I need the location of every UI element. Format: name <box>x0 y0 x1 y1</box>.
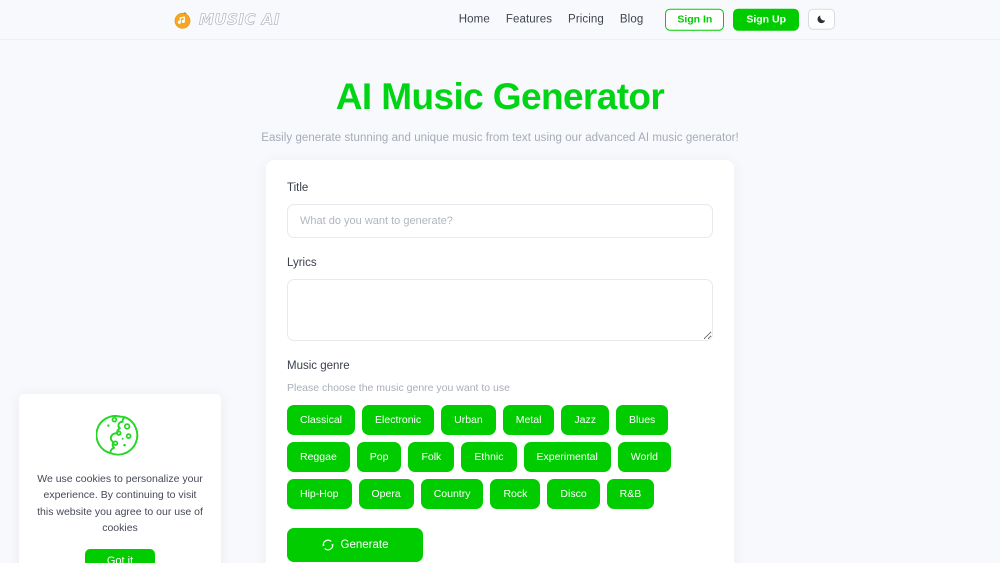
genre-chip[interactable]: Blues <box>616 405 669 436</box>
generator-card: Title Lyrics Music genre Please choose t… <box>266 160 734 563</box>
site-header: MUSIC AI Home Features Pricing Blog Sign… <box>0 0 1000 40</box>
moon-icon <box>817 15 826 24</box>
nav-link-blog[interactable]: Blog <box>620 14 643 26</box>
genre-chip[interactable]: Pop <box>356 442 402 473</box>
genre-chip-group: Classical Electronic Urban Metal Jazz Blues Re… <box>287 405 701 510</box>
genre-chip[interactable]: Urban <box>441 405 496 436</box>
genre-chip[interactable]: Reggae <box>287 442 350 473</box>
music-genre-hint: Please choose the music genre you want t… <box>287 382 510 394</box>
music-genre-label: Music genre <box>287 360 350 372</box>
lyrics-textarea[interactable] <box>287 279 713 341</box>
nav-link-pricing[interactable]: Pricing <box>568 14 604 26</box>
lyrics-field-label: Lyrics <box>287 257 317 269</box>
music-note-circle-icon <box>174 11 191 29</box>
sign-in-button[interactable]: Sign In <box>665 8 725 31</box>
page-subtitle: Easily generate stunning and unique musi… <box>261 131 739 144</box>
genre-chip[interactable]: Classical <box>287 405 356 436</box>
genre-chip[interactable]: World <box>617 442 672 473</box>
cookie-icon <box>96 415 139 456</box>
brand-logo-link[interactable]: MUSIC AI <box>173 10 280 29</box>
theme-toggle-button[interactable] <box>808 9 835 30</box>
hero-section: AI Music Generator Easily generate stunn… <box>0 40 1000 144</box>
genre-chip[interactable]: Rock <box>490 479 541 510</box>
title-field-label: Title <box>287 182 309 194</box>
genre-chip[interactable]: Opera <box>358 479 414 510</box>
genre-chip[interactable]: R&B <box>606 479 655 510</box>
genre-chip[interactable]: Hip-Hop <box>287 479 352 510</box>
generate-button-label: Generate <box>340 539 389 552</box>
genre-chip[interactable]: Electronic <box>362 405 435 436</box>
genre-chip[interactable]: Jazz <box>561 405 610 436</box>
cookie-consent-banner: We use cookies to personalize your exper… <box>19 394 221 563</box>
main-nav: Home Features Pricing Blog Sign In Sign … <box>459 8 835 31</box>
title-input[interactable] <box>287 204 713 238</box>
genre-chip[interactable]: Experimental <box>523 442 611 473</box>
genre-chip[interactable]: Ethnic <box>461 442 517 473</box>
genre-chip[interactable]: Country <box>420 479 484 510</box>
genre-chip[interactable]: Metal <box>502 405 555 436</box>
genre-chip[interactable]: Folk <box>408 442 455 473</box>
page-title: AI Music Generator <box>335 76 665 117</box>
genre-chip[interactable]: Disco <box>547 479 600 510</box>
nav-link-features[interactable]: Features <box>506 14 552 26</box>
generate-button[interactable]: Generate <box>287 528 423 563</box>
sign-up-button[interactable]: Sign Up <box>733 8 799 31</box>
nav-link-home[interactable]: Home <box>459 14 490 26</box>
nav-actions: Sign In Sign Up <box>665 8 835 31</box>
cookie-accept-button[interactable]: Got it <box>84 549 156 563</box>
cookie-consent-message: We use cookies to personalize your exper… <box>37 473 203 534</box>
brand-name: MUSIC AI <box>199 10 280 29</box>
refresh-icon <box>322 539 333 551</box>
